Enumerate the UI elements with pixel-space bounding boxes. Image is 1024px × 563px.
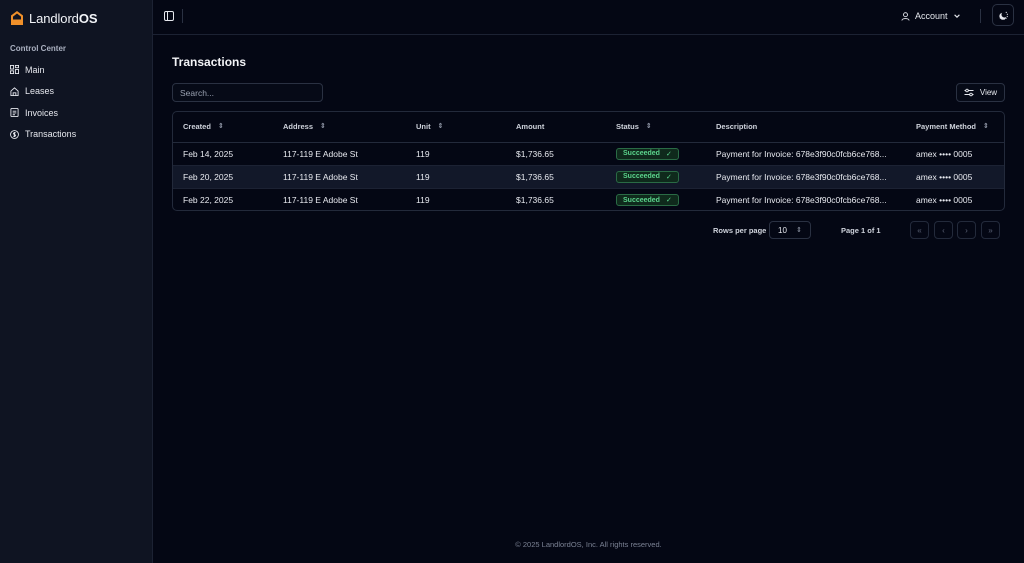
cell-created: Feb 14, 2025 [173,142,273,166]
cell-unit: 119 [416,194,430,205]
chevron-right-icon: › [965,225,968,235]
column-header-unit[interactable]: Unit ⇕ [406,112,506,143]
rows-per-page-value: 10 [778,225,787,235]
sidebar-item-leases[interactable]: Leases [6,81,146,103]
sidebar-section-label: Control Center [10,44,66,53]
house-logo-icon [11,11,23,25]
column-header-amount: Amount [506,112,606,143]
column-header-address[interactable]: Address ⇕ [273,112,406,143]
cell-created: Feb 20, 2025 [173,165,273,189]
column-header-description: Description [706,112,906,143]
divider [182,9,183,23]
check-icon: ✓ [665,150,672,158]
cell-status: Succeeded ✓ [606,188,706,210]
search-input[interactable] [172,83,323,102]
transactions-table: Created ⇕ Address ⇕ Unit ⇕ Amount Status ⇕ D… [172,111,1005,211]
sidebar-item-label: Leases [25,86,55,97]
brand-logo[interactable]: LandlordOS [10,8,98,28]
divider [980,9,981,23]
column-header-status[interactable]: Status ⇕ [606,112,706,143]
cell-address: 117-119 E Adobe St [283,194,358,205]
next-page-button[interactable]: › [957,221,976,239]
home-icon [10,87,19,96]
first-page-button[interactable]: « [910,221,929,239]
page-title: Transactions [172,55,247,69]
sliders-icon [964,88,974,97]
user-icon [901,11,910,21]
cell-amount: $1,736.65 [506,165,606,189]
prev-page-button[interactable]: ‹ [934,221,953,239]
rows-per-page-select[interactable]: 10 ⇕ [769,221,811,239]
check-icon: ✓ [665,197,672,204]
cell-payment-method: amex •••• 0005 [906,165,1004,189]
rows-per-page-label: Rows per page [713,226,767,235]
theme-icon [998,11,1008,20]
cell-unit: 119 [406,142,506,166]
cell-status: Succeeded ✓ [606,142,706,166]
table-header-row: Created ⇕ Address ⇕ Unit ⇕ Amount Status ⇕ D… [173,112,1004,143]
cell-description: Payment for Invoice: 678e3f90c0fcb6ce768… [716,194,887,205]
chevron-down-icon [953,14,960,18]
cell-amount: $1,736.65 [506,142,606,166]
view-label: View [979,88,998,97]
footer-copyright: © 2025 LandlordOS, Inc. All rights reser… [515,540,662,549]
sidebar-nav: Main Leases Invoices Transactions [6,59,146,145]
panel-left-icon [164,11,174,21]
cell-payment-method: amex •••• 0005 [906,142,1004,166]
last-page-button[interactable]: » [981,221,1000,239]
column-header-payment-method[interactable]: Payment Method ⇕ [906,112,1004,143]
cell-description: Payment for Invoice: 678e3f90c0fcb6ce768… [706,142,906,166]
sidebar: LandlordOS Control Center Main Leases In… [0,0,153,563]
table-row[interactable]: Feb 20, 2025 117-119 E Adobe St 119 $1,7… [173,165,1004,189]
check-icon: ✓ [665,173,672,181]
cell-address: 117-119 E Adobe St [273,165,406,189]
sidebar-toggle-button[interactable] [162,9,176,23]
brand-name: LandlordOS [29,10,98,26]
cell-status: Succeeded ✓ [606,165,706,189]
sort-icon: ⇕ [320,123,326,131]
sidebar-item-main[interactable]: Main [6,59,146,81]
file-icon [10,108,19,118]
theme-toggle-button[interactable] [992,4,1014,26]
table-row[interactable]: Feb 14, 2025 117-119 E Adobe St 119 $1,7… [173,142,1004,166]
sidebar-item-invoices[interactable]: Invoices [6,102,146,124]
cell-amount: $1,736.65 [516,194,554,205]
chevron-left-icon: ‹ [942,225,945,235]
account-menu-button[interactable]: Account [901,9,961,23]
chevrons-left-icon: « [917,225,922,235]
sidebar-item-label: Transactions [25,129,77,140]
chevron-updown-icon: ⇕ [796,227,802,234]
column-header-created[interactable]: Created ⇕ [173,112,273,143]
cell-description: Payment for Invoice: 678e3f90c0fcb6ce768… [706,165,906,189]
status-badge: Succeeded ✓ [616,170,679,183]
grid-icon [10,65,19,75]
chevrons-right-icon: » [988,225,993,235]
status-badge: Succeeded ✓ [616,194,679,206]
sort-icon: ⇕ [983,123,989,131]
status-badge: Succeeded ✓ [616,147,679,160]
sidebar-item-label: Invoices [25,107,59,118]
sort-icon: ⇕ [645,123,652,131]
cell-unit: 119 [406,165,506,189]
dollar-icon [10,129,19,139]
sidebar-item-label: Main [25,64,45,75]
view-options-button[interactable]: View [956,83,1005,102]
sidebar-item-transactions[interactable]: Transactions [6,124,146,146]
app-root: LandlordOS Control Center Main Leases In… [0,0,1024,563]
cell-address: 117-119 E Adobe St [273,142,406,166]
page-info: Page 1 of 1 [841,226,881,235]
cell-created: Feb 22, 2025 [183,194,234,205]
top-bar: Account [153,0,1024,35]
cell-payment-method: amex •••• 0005 [916,194,973,205]
account-label: Account [915,11,948,21]
sort-icon: ⇕ [437,123,444,131]
sort-icon: ⇕ [217,123,224,131]
table-row[interactable]: Feb 22, 2025 117-119 E Adobe St 119 $1,7… [173,188,1004,210]
